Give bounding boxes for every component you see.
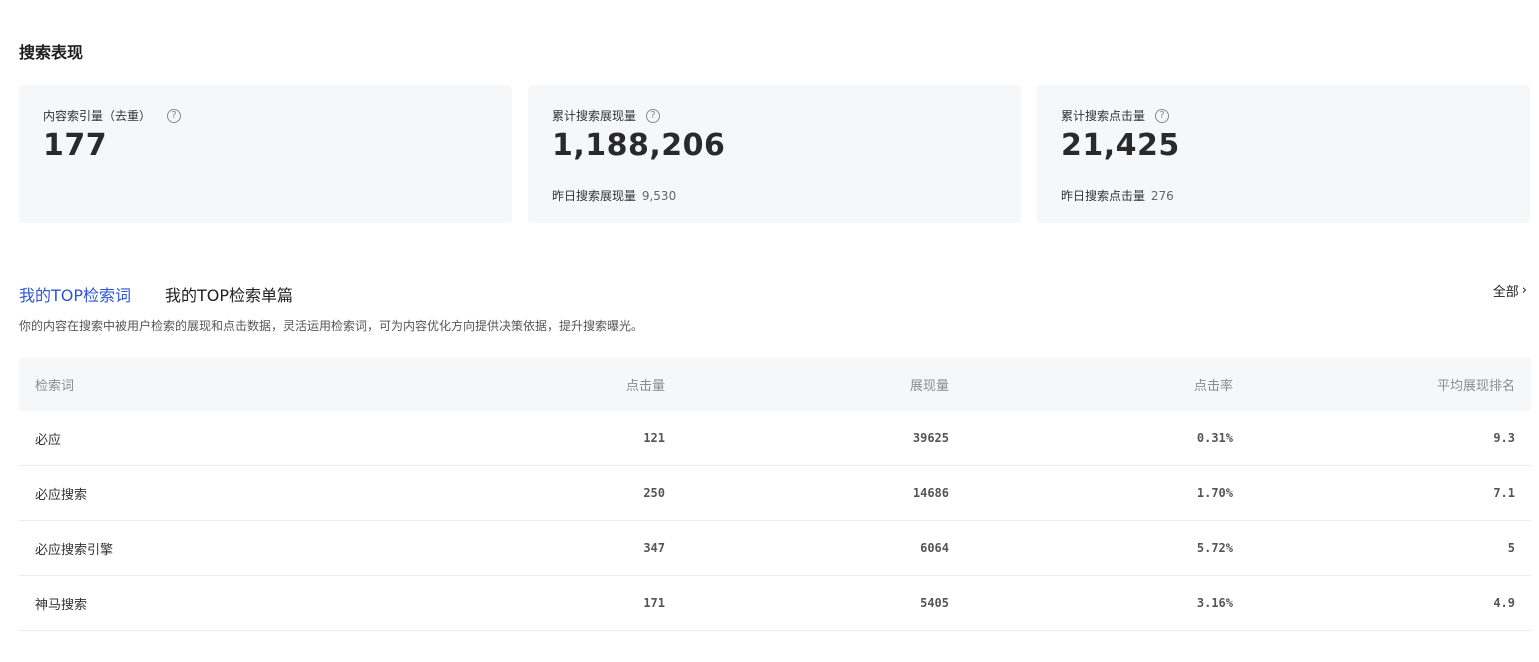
- impressions-cell: 39625: [912, 431, 949, 445]
- help-icon[interactable]: ?: [646, 108, 661, 123]
- table-row: 神马搜索 171 5405 3.16% 4.9: [19, 576, 1531, 631]
- impressions-card: 累计搜索展现量 ? 1,188,206 昨日搜索展现量 9,530: [528, 85, 1021, 223]
- rank-cell: 4.9: [1493, 596, 1515, 610]
- clicks-cell: 347: [643, 541, 665, 555]
- help-icon[interactable]: ?: [1155, 108, 1170, 123]
- index-count-card: 内容索引量（去重） ? 177: [19, 85, 512, 223]
- ctr-cell: 3.16%: [1196, 596, 1233, 610]
- header-clicks[interactable]: 点击量: [413, 358, 681, 411]
- header-ctr[interactable]: 点击率: [965, 358, 1249, 411]
- card-value: 177: [43, 128, 108, 163]
- tab-top-articles[interactable]: 我的TOP检索单篇: [165, 282, 293, 306]
- table-header: 检索词 点击量 展现量 点击率 平均展现排名: [19, 358, 1531, 411]
- ctr-cell: 1.70%: [1196, 486, 1233, 500]
- card-label: 累计搜索点击量: [1061, 109, 1146, 123]
- table-row: 必应 121 39625 0.31% 9.3: [19, 411, 1531, 466]
- help-icon[interactable]: ?: [167, 108, 182, 123]
- tab-top-keywords[interactable]: 我的TOP检索词: [19, 282, 131, 306]
- keyword-cell: 必应: [35, 432, 62, 448]
- keyword-cell: 必应搜索: [35, 487, 88, 503]
- header-keyword[interactable]: 检索词: [19, 358, 413, 411]
- keywords-table: 检索词 点击量 展现量 点击率 平均展现排名 必应 121 39625 0.31…: [19, 358, 1531, 631]
- rank-cell: 5: [1507, 541, 1515, 555]
- table-row: 必应搜索引擎 347 6064 5.72% 5: [19, 521, 1531, 576]
- section-title: 搜索表现: [19, 43, 84, 62]
- view-all-link[interactable]: 全部 ›: [1493, 281, 1527, 300]
- clicks-cell: 250: [643, 486, 665, 500]
- impressions-cell: 5405: [920, 596, 949, 610]
- ctr-cell: 0.31%: [1196, 431, 1233, 445]
- card-value: 1,188,206: [552, 128, 726, 163]
- impressions-cell: 14686: [912, 486, 949, 500]
- clicks-card: 累计搜索点击量 ? 21,425 昨日搜索点击量 276: [1037, 85, 1530, 223]
- card-value: 21,425: [1061, 128, 1180, 163]
- chevron-right-icon: ›: [1521, 283, 1527, 298]
- clicks-cell: 121: [643, 431, 665, 445]
- clicks-cell: 171: [643, 596, 665, 610]
- card-label: 内容索引量（去重）: [43, 109, 152, 123]
- header-impressions[interactable]: 展现量: [681, 358, 965, 411]
- table-row: 必应搜索 250 14686 1.70% 7.1: [19, 466, 1531, 521]
- card-label: 累计搜索展现量: [552, 109, 637, 123]
- card-subtext: 昨日搜索展现量 9,530: [552, 189, 677, 203]
- ctr-cell: 5.72%: [1196, 541, 1233, 555]
- header-avg-rank[interactable]: 平均展现排名: [1249, 358, 1531, 411]
- impressions-cell: 6064: [920, 541, 949, 555]
- rank-cell: 9.3: [1493, 431, 1515, 445]
- keyword-cell: 必应搜索引擎: [35, 542, 114, 558]
- tab-description: 你的内容在搜索中被用户检索的展现和点击数据，灵活运用检索词，可为内容优化方向提供…: [19, 319, 644, 333]
- card-subtext: 昨日搜索点击量 276: [1061, 189, 1174, 203]
- search-performance-page: 搜索表现 内容索引量（去重） ? 177 累计搜索展现量 ? 1,188,206…: [0, 0, 1539, 662]
- rank-cell: 7.1: [1493, 486, 1515, 500]
- keyword-cell: 神马搜索: [35, 597, 88, 613]
